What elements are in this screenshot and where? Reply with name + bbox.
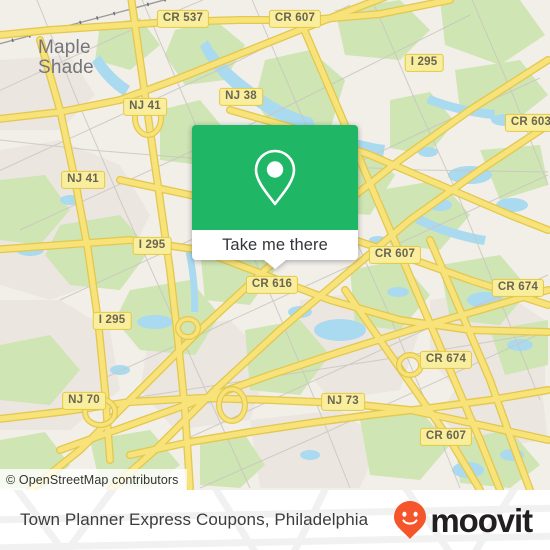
moovit-wordmark: moovit <box>430 501 533 539</box>
popup-header <box>192 125 358 230</box>
road-shield: NJ 70 <box>62 391 106 411</box>
road-shield: NJ 73 <box>321 392 365 412</box>
road-shield: CR 674 <box>419 350 473 370</box>
popup-footer[interactable]: Take me there <box>192 230 358 269</box>
road-shield: NJ 41 <box>61 170 105 190</box>
city-label: Maple Shade <box>38 37 94 79</box>
attribution-text: © OpenStreetMap contributors <box>6 472 179 487</box>
take-me-there-label: Take me there <box>222 235 328 254</box>
road-shield: CR 607 <box>368 245 422 265</box>
map-attribution[interactable]: © OpenStreetMap contributors <box>0 469 187 490</box>
road-shield: CR 603 <box>504 113 550 133</box>
popup-pointer-tail <box>264 260 286 269</box>
moovit-pin-smiley-icon <box>394 501 427 539</box>
footer-bar: Town Planner Express Coupons, Philadelph… <box>0 490 550 550</box>
road-shield: CR 607 <box>268 9 322 29</box>
map-pin-icon <box>254 149 296 205</box>
moovit-logo[interactable]: moovit <box>393 500 533 540</box>
road-shield: CR 616 <box>245 275 299 295</box>
road-shield: NJ 38 <box>219 87 263 107</box>
location-popup[interactable]: Take me there <box>192 125 358 269</box>
road-shield: CR 607 <box>419 427 473 447</box>
place-title: Town Planner Express Coupons, Philadelph… <box>20 510 369 529</box>
road-shield: CR 537 <box>156 9 210 29</box>
road-shield: I 295 <box>404 53 444 73</box>
road-shield: NJ 41 <box>123 97 167 117</box>
moovit-location-card: Maple Shade CR 537 CR 607 I 295 NJ 41 NJ 38 CR… <box>0 0 550 550</box>
road-shield: I 295 <box>92 311 132 331</box>
road-shield: CR 674 <box>491 278 545 298</box>
road-shield: I 295 <box>132 236 172 256</box>
